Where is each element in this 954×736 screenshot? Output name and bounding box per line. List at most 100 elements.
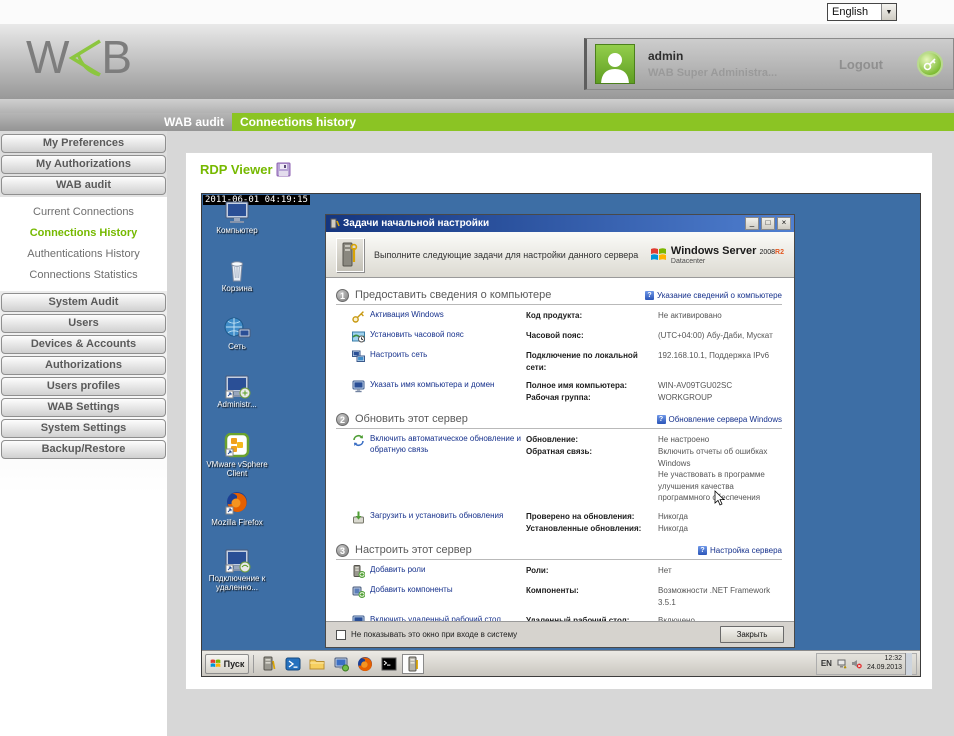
page-title: RDP Viewer: [200, 162, 273, 177]
wab-audit-submenu: Current Connections Connections History Au…: [0, 197, 167, 291]
sidebar-subitem-connections-statistics[interactable]: Connections Statistics: [0, 265, 167, 286]
row-label: Часовой пояс:: [526, 331, 584, 340]
sidebar-item-wab-audit[interactable]: WAB audit: [1, 176, 166, 195]
icw-action-link[interactable]: Настроить сеть: [352, 350, 522, 373]
language-select[interactable]: English ▼: [827, 3, 897, 21]
sidebar-item-my-preferences[interactable]: My Preferences: [1, 134, 166, 153]
sidebar-item-system-settings[interactable]: System Settings: [1, 419, 166, 438]
start-button[interactable]: Пуск: [205, 653, 249, 674]
row-label: Проверено на обновления:: [526, 511, 635, 521]
start-label: Пуск: [223, 658, 245, 669]
section-number-badge: 1: [336, 288, 349, 302]
desktop-icon-label: Подключение к удаленно...: [208, 574, 266, 593]
sidebar-subitem-current-connections[interactable]: Current Connections: [0, 202, 167, 223]
sidebar-subitem-authentications-history[interactable]: Authentications History: [0, 244, 167, 265]
avatar: [595, 44, 635, 84]
close-window-button[interactable]: Закрыть: [720, 626, 784, 643]
icw-row: Настроить сеть Подключение по локальной с…: [352, 350, 782, 373]
logo-letter-b: B: [101, 31, 133, 83]
row-label: Полное имя компьютера:: [526, 381, 627, 391]
row-label: Код продукта:: [526, 311, 583, 320]
window-subtitle: Выполните следующие задачи для настройки…: [374, 249, 639, 260]
tray-language[interactable]: EN: [821, 659, 832, 668]
initial-config-window: Задачи начальной настройки _ □ × Выполни…: [325, 214, 795, 648]
sidebar-item-authorizations[interactable]: Authorizations: [1, 356, 166, 375]
row-value: Включено: [658, 616, 695, 621]
taskbar-icon-cmd[interactable]: [378, 654, 400, 674]
sidebar-item-my-authorizations[interactable]: My Authorizations: [1, 155, 166, 174]
icw-action-link[interactable]: Загрузить и установить обновления: [352, 511, 522, 534]
taskbar-icon-server-manager[interactable]: [258, 654, 280, 674]
maximize-button[interactable]: □: [761, 217, 775, 230]
taskbar: Пуск EN 12:32 24.09.2013: [202, 650, 920, 676]
sidebar-item-users[interactable]: Users: [1, 314, 166, 333]
icw-row: Указать имя компьютера и домен Полное имя…: [352, 380, 782, 403]
row-label: Обновление:: [526, 435, 578, 445]
show-desktop-button[interactable]: [905, 652, 912, 675]
tray-time: 12:32: [884, 654, 902, 662]
row-value: 192.168.10.1, Поддержка IPv6: [658, 351, 770, 360]
taskbar-icon-explorer[interactable]: [306, 654, 328, 674]
taskbar-icon-config-tasks[interactable]: [402, 653, 424, 674]
tray-volume-icon[interactable]: [851, 658, 862, 669]
icw-action-link[interactable]: Установить часовой пояс: [352, 330, 522, 343]
taskbar-icon-powershell[interactable]: [282, 654, 304, 674]
server-tasks-icon: [336, 237, 364, 272]
system-tray[interactable]: EN 12:32 24.09.2013: [815, 652, 917, 675]
user-panel: admin WAB Super Administra... Logout: [584, 38, 954, 90]
dont-show-checkbox[interactable]: [336, 629, 346, 640]
minimize-button[interactable]: _: [745, 217, 759, 230]
sidebar-item-devices-accounts[interactable]: Devices & Accounts: [1, 335, 166, 354]
sidebar-item-wab-settings[interactable]: WAB Settings: [1, 398, 166, 417]
breadcrumb-section[interactable]: WAB audit: [0, 113, 232, 131]
windows-server-logo: Windows Server 2008R2 Datacenter: [650, 245, 784, 265]
desktop-icon-remote-desktop[interactable]: Подключение к удаленно...: [206, 549, 268, 599]
section-help-link[interactable]: Указание сведений о компьютере: [644, 290, 782, 300]
icw-action-link[interactable]: Добавить компоненты: [352, 585, 522, 608]
icw-row: Включить удаленный рабочий стол Удаленный…: [352, 615, 782, 621]
logout-link[interactable]: Logout: [839, 57, 883, 72]
desktop-icon-label: Компьютер: [216, 226, 258, 235]
icw-action-link[interactable]: Добавить роли: [352, 565, 522, 579]
icw-action-link[interactable]: Указать имя компьютера и домен: [352, 380, 522, 403]
close-icon[interactable]: ×: [777, 217, 791, 230]
app-header: W B admin WAB Super Administra... Logout: [0, 24, 954, 99]
window-titlebar[interactable]: Задачи начальной настройки _ □ ×: [326, 215, 794, 232]
chevron-down-icon[interactable]: ▼: [881, 4, 896, 20]
tray-date: 24.09.2013: [866, 663, 902, 671]
sidebar-item-users-profiles[interactable]: Users profiles: [1, 377, 166, 396]
desktop-icon-recycle-bin[interactable]: Корзина: [206, 259, 268, 309]
icw-action-link[interactable]: Активация Windows: [352, 310, 522, 323]
taskbar-icon-firefox-task[interactable]: [354, 654, 376, 674]
sidebar-item-backup-restore[interactable]: Backup/Restore: [1, 440, 166, 459]
section-help-link[interactable]: Обновление сервера Windows: [656, 414, 782, 424]
desktop-icon-firefox[interactable]: Mozilla Firefox: [206, 491, 268, 541]
row-label: Подключение по локальной сети:: [526, 351, 638, 372]
row-label: Установленные обновления:: [526, 523, 642, 533]
user-name: admin: [648, 49, 684, 63]
top-strip: English ▼: [0, 0, 954, 24]
rdp-screen[interactable]: 2011-06-01 04:19:15 Компьютер Корзина Сеть…: [201, 193, 921, 677]
tray-network-icon[interactable]: [837, 658, 848, 669]
section-help-link[interactable]: Настройка сервера: [697, 545, 782, 555]
breadcrumb: WAB audit Connections history: [0, 113, 954, 131]
desktop-icon-vmware[interactable]: VMware vSphere Client: [206, 433, 268, 483]
row-label: Обратная связь:: [526, 446, 593, 456]
desktop-icon-computer[interactable]: Компьютер: [206, 201, 268, 251]
sidebar-subitem-connections-history[interactable]: Connections History: [0, 223, 167, 244]
help-icon: [644, 290, 654, 300]
window-title: Задачи начальной настройки: [343, 218, 490, 229]
windows-flag-icon: [650, 248, 666, 260]
desktop-icon-admin-shortcut[interactable]: Administr...: [206, 375, 268, 425]
icw-section-2: 2 Обновить этот сервер Обновление сервера …: [336, 410, 782, 534]
tray-clock[interactable]: 12:32 24.09.2013: [867, 655, 902, 673]
sidebar-item-system-audit[interactable]: System Audit: [1, 293, 166, 312]
save-icon[interactable]: [276, 162, 291, 177]
taskbar-separator: [253, 654, 254, 673]
icw-action-link[interactable]: Включить удаленный рабочий стол: [352, 615, 522, 621]
icw-action-link[interactable]: Включить автоматическое обновление и обр…: [352, 434, 522, 504]
key-button[interactable]: [917, 51, 943, 77]
desktop-icon-network[interactable]: Сеть: [206, 317, 268, 367]
taskbar-icon-network-places[interactable]: [330, 654, 352, 674]
language-select-value: English: [832, 6, 869, 18]
